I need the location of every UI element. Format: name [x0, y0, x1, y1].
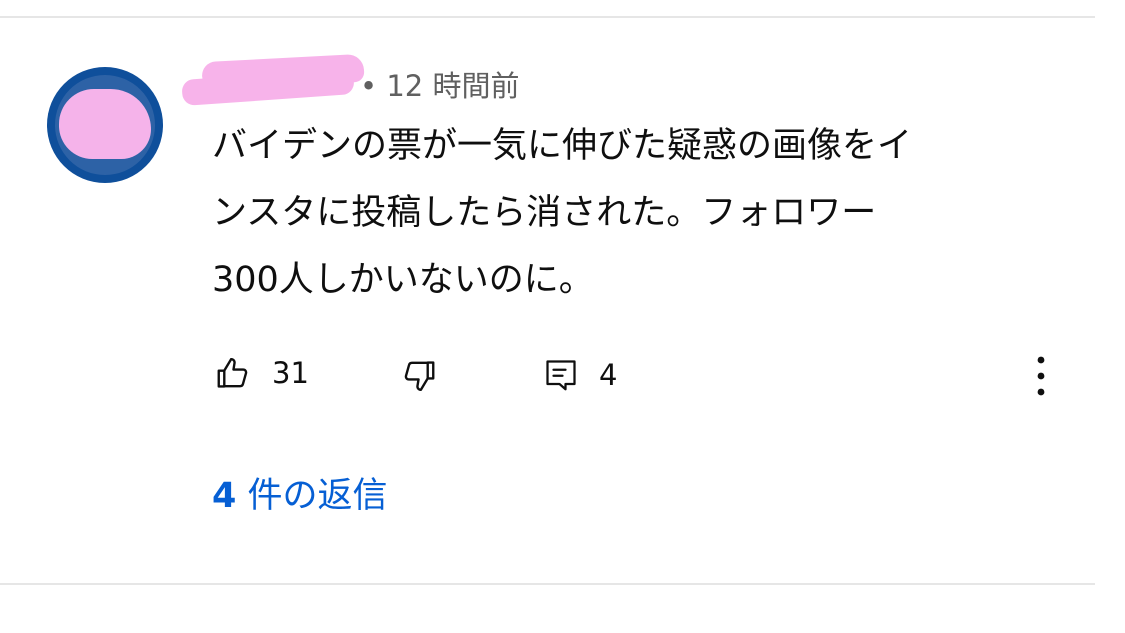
dislike-button[interactable] [400, 357, 438, 395]
comment-text-line: バイデンの票が一気に伸びた疑惑の画像をイ [212, 126, 913, 166]
like-button[interactable]: 31 [214, 353, 309, 393]
bottom-divider [0, 583, 1095, 585]
comment-icon [543, 356, 579, 394]
top-divider [0, 16, 1095, 18]
avatar[interactable] [47, 67, 163, 183]
more-vert-icon [1028, 356, 1054, 403]
comment-action-bar: 31 4 [0, 345, 1125, 405]
comment-text: バイデンの票が一気に伸びた疑惑の画像をイ ンスタに投稿したら消された。フォロワー… [212, 113, 1042, 314]
replies-count: 4 [212, 476, 237, 516]
reply-button[interactable]: 4 [543, 355, 617, 395]
comment-text-line: 300人しかいないのに。 [212, 260, 594, 300]
comment-text-line: ンスタに投稿したら消された。フォロワー [212, 193, 877, 233]
reply-count: 4 [599, 358, 618, 392]
thumbs-down-icon [400, 357, 438, 395]
avatar-redaction [59, 89, 151, 159]
view-replies-link[interactable]: 4 件の返信 [212, 472, 388, 520]
more-options-button[interactable] [1028, 353, 1054, 399]
comment-timestamp: • 12 時間前 [360, 69, 520, 103]
author-name-redaction[interactable] [181, 53, 365, 106]
thumbs-up-icon [214, 354, 252, 392]
like-count: 31 [272, 356, 309, 390]
replies-label: 件の返信 [236, 476, 388, 516]
